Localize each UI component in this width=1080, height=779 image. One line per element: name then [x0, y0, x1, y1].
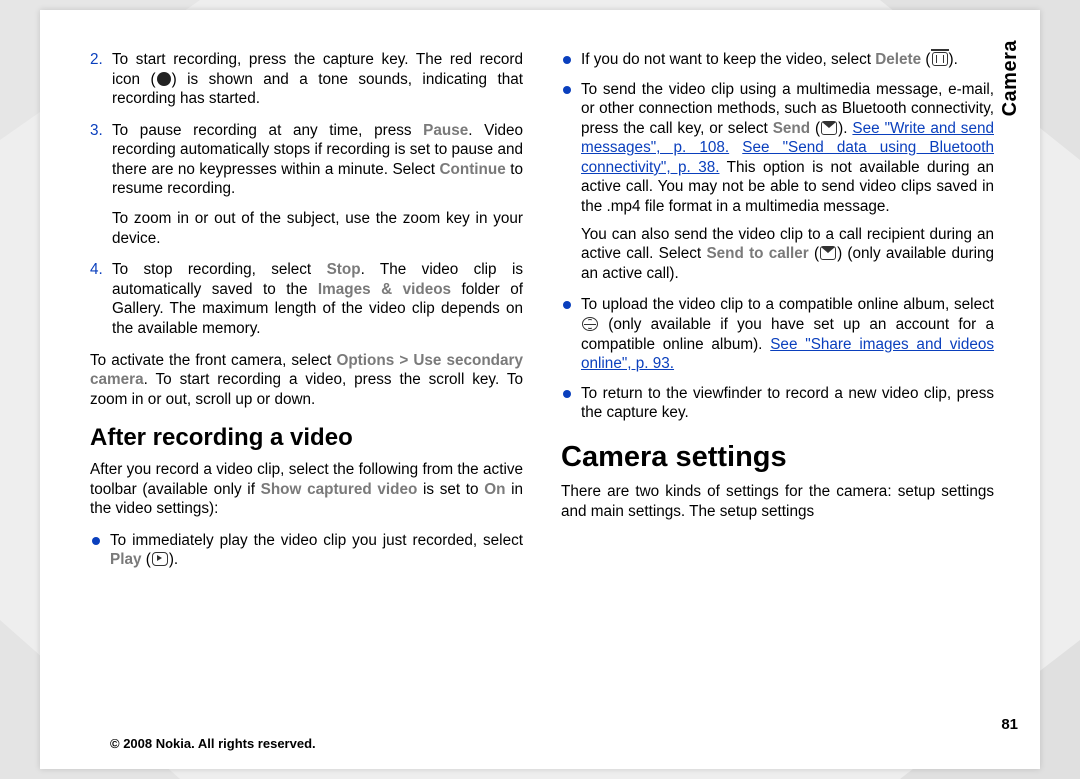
heading-camera-settings: Camera settings: [561, 439, 994, 476]
step-marker: 2.: [90, 50, 103, 70]
send-to-caller-label: Send to caller: [706, 245, 808, 262]
play-icon: [152, 552, 168, 566]
step4-pre: To stop recording, select: [112, 261, 327, 278]
continue-label: Continue: [439, 161, 505, 178]
record-icon: [157, 72, 171, 86]
globe-icon: [582, 317, 598, 331]
bullet-return: To return to the viewfinder to record a …: [561, 384, 994, 423]
bullet-send: To send the video clip using a multimedi…: [561, 80, 994, 284]
send-label: Send: [773, 120, 810, 137]
step3-pre: To pause recording at any time, press: [112, 122, 423, 139]
section-tab: Camera: [999, 40, 1022, 116]
stc-post: (: [809, 245, 819, 262]
pause-label: Pause: [423, 122, 468, 139]
after-bullets-left: To immediately play the video clip you j…: [90, 531, 523, 570]
send-to-caller-para: You can also send the video clip to a ca…: [581, 225, 994, 284]
play-label: Play: [110, 551, 141, 568]
play-pre: To immediately play the video clip you j…: [110, 532, 523, 549]
bullet-play: To immediately play the video clip you j…: [90, 531, 523, 570]
after-bullets-right: If you do not want to keep the video, se…: [561, 50, 994, 423]
delete-label: Delete: [875, 51, 921, 68]
steps-list: 2. To start recording, press the capture…: [90, 50, 523, 339]
after-para: After you record a video clip, select th…: [90, 460, 523, 519]
play-post2: ).: [169, 551, 178, 568]
del-pre: If you do not want to keep the video, se…: [581, 51, 875, 68]
page-number: 81: [1001, 716, 1018, 733]
heading-after-recording: After recording a video: [90, 423, 523, 454]
stop-label: Stop: [327, 261, 361, 278]
copyright-footer: © 2008 Nokia. All rights reserved.: [110, 736, 316, 751]
step-3: 3. To pause recording at any time, press…: [90, 121, 523, 248]
step-text-b: ) is shown and a tone sounds, indicating…: [112, 71, 523, 108]
content-columns: 2. To start recording, press the capture…: [90, 50, 994, 710]
step-marker: 4.: [90, 260, 103, 280]
front-pre: To activate the front camera, select: [90, 352, 336, 369]
trash-icon: [932, 52, 948, 66]
images-videos-label: Images & videos: [318, 281, 451, 298]
chevron-right-icon: >: [399, 352, 408, 369]
del-post2: ).: [949, 51, 958, 68]
page-sheet: Camera 81 © 2008 Nokia. All rights reser…: [40, 10, 1040, 769]
send-paren: (: [810, 120, 820, 137]
step-4: 4. To stop recording, select Stop. The v…: [90, 260, 523, 338]
front-camera-para: To activate the front camera, select Opt…: [90, 351, 523, 410]
step-marker: 3.: [90, 121, 103, 141]
envelope-icon: [821, 121, 837, 135]
envelope-icon: [820, 246, 836, 260]
upload-pre: To upload the video clip to a compatible…: [581, 296, 994, 313]
step-2: 2. To start recording, press the capture…: [90, 50, 523, 109]
camera-settings-para: There are two kinds of settings for the …: [561, 482, 994, 521]
after-mid: is set to: [417, 481, 484, 498]
del-post: (: [921, 51, 930, 68]
bullet-upload: To upload the video clip to a compatible…: [561, 295, 994, 373]
on-label: On: [484, 481, 505, 498]
zoom-note: To zoom in or out of the subject, use th…: [112, 209, 523, 248]
show-captured-video-label: Show captured video: [261, 481, 418, 498]
options-label: Options: [336, 352, 394, 369]
play-post: (: [141, 551, 150, 568]
bullet-delete: If you do not want to keep the video, se…: [561, 50, 994, 70]
front-post: . To start recording a video, press the …: [90, 371, 523, 408]
